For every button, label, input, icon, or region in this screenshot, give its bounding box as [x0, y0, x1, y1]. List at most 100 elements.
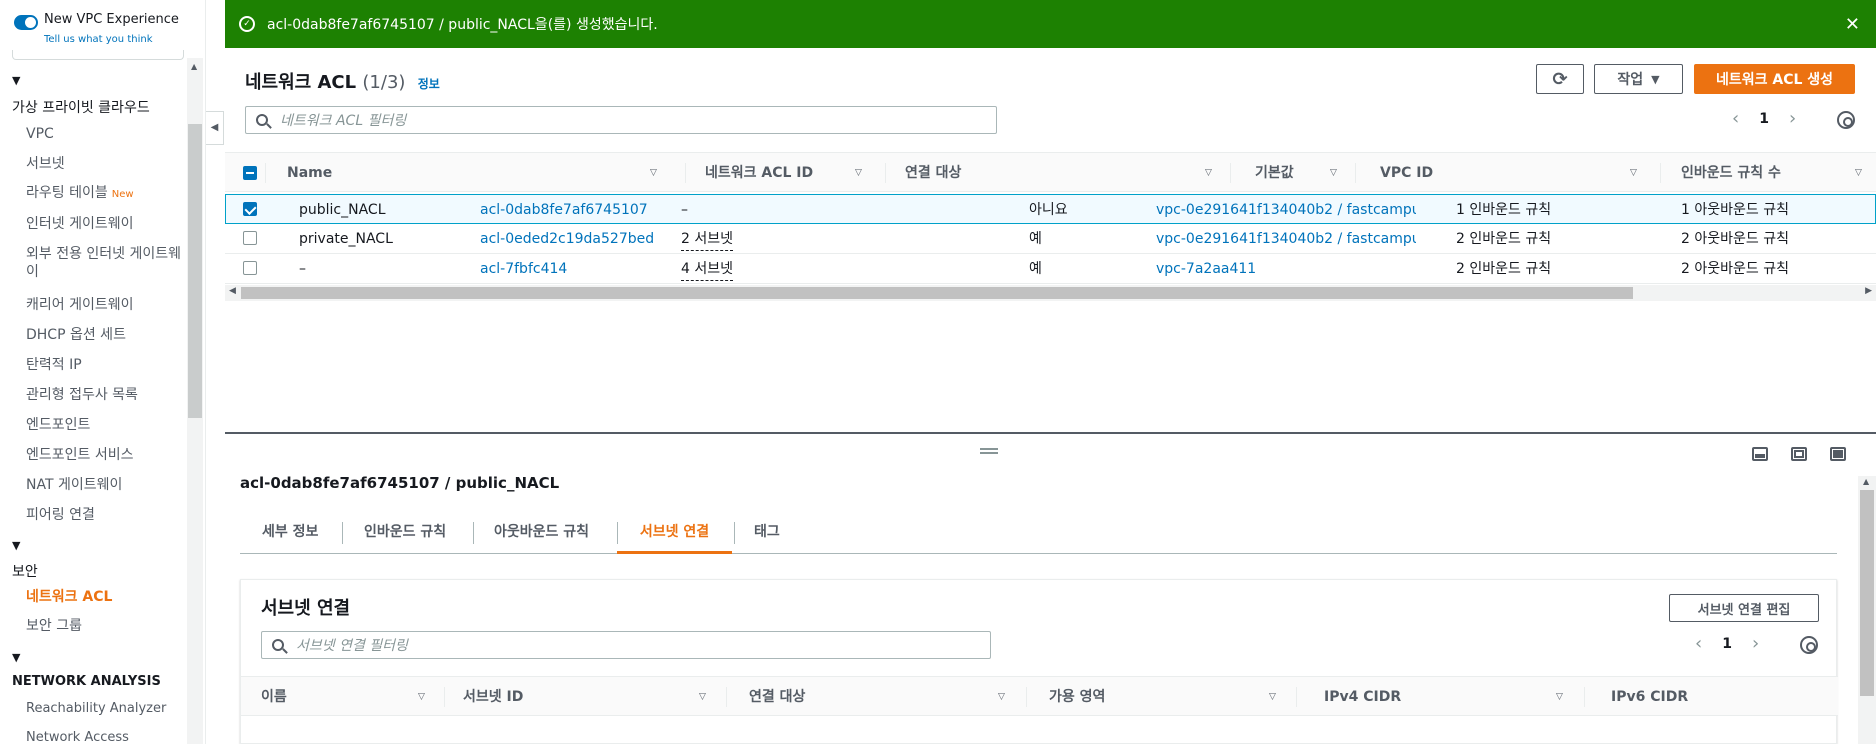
edit-subnet-associations-button[interactable]: 서브넷 연결 편집 — [1669, 594, 1819, 622]
sort-icon[interactable]: ▽ — [1855, 153, 1862, 193]
prev-page-icon[interactable]: ‹ — [1732, 108, 1739, 129]
column-header-vpc-id[interactable]: VPC ID — [1380, 153, 1433, 193]
table-row[interactable]: private_NACL acl-0eded2c19da527bed 2 서브넷… — [225, 224, 1876, 254]
table-row[interactable]: public_NACL acl-0dab8fe7af6745107 – 아니요 … — [225, 194, 1876, 224]
tab-details[interactable]: 세부 정보 — [262, 510, 318, 554]
column-header-acl-id[interactable]: 네트워크 ACL ID — [705, 153, 813, 193]
scroll-right-icon[interactable]: ▶ — [1865, 286, 1872, 296]
caret-down-icon[interactable]: ▼ — [12, 539, 20, 552]
settings-gear-icon[interactable] — [1800, 636, 1818, 654]
horizontal-scrollbar[interactable]: ◀ ▶ — [225, 285, 1876, 301]
sidebar-item-prefix-lists[interactable]: 관리형 접두사 목록 — [26, 386, 186, 404]
sort-icon[interactable]: ▽ — [1630, 153, 1637, 193]
settings-gear-icon[interactable] — [1837, 111, 1855, 129]
next-page-icon[interactable]: › — [1789, 108, 1796, 129]
column-header-inbound[interactable]: 인바운드 규칙 수 — [1681, 153, 1781, 193]
sidebar-item-subnets[interactable]: 서브넷 — [26, 155, 186, 173]
outbound-rules: 2 아웃바운드 규칙 — [1681, 231, 1789, 247]
new-vpc-experience-toggle[interactable]: New VPC Experience Tell us what you thin… — [14, 12, 179, 45]
column-header-subnet-id[interactable]: 서브넷 ID — [463, 677, 523, 717]
scroll-up-icon[interactable]: ▲ — [191, 62, 197, 71]
association-link[interactable]: 4 서브넷 — [681, 257, 733, 281]
toggle-switch[interactable] — [14, 15, 38, 30]
column-header-ipv6[interactable]: IPv6 CIDR — [1611, 677, 1688, 717]
sidebar-item-reachability-analyzer[interactable]: Reachability Analyzer — [26, 700, 186, 718]
tab-subnet-associations[interactable]: 서브넷 연결 — [617, 510, 732, 554]
close-icon[interactable]: ✕ — [1845, 14, 1860, 35]
column-header-default[interactable]: 기본값 — [1255, 153, 1294, 193]
sidebar-item-nat-gateways[interactable]: NAT 게이트웨이 — [26, 476, 186, 494]
sort-icon[interactable]: ▽ — [1205, 153, 1212, 193]
sidebar-item-elastic-ips[interactable]: 탄력적 IP — [26, 356, 186, 374]
detail-scrollbar[interactable]: ▲ — [1858, 476, 1876, 744]
refresh-icon: ⟳ — [1552, 68, 1568, 90]
vpc-id-link[interactable]: vpc-0e291641f134040b2 / fastcampu... — [1156, 195, 1416, 225]
sort-icon[interactable]: ▽ — [1330, 153, 1337, 193]
column-header-ipv4[interactable]: IPv4 CIDR — [1324, 677, 1401, 717]
column-header-az[interactable]: 가용 영역 — [1049, 677, 1105, 717]
row-checkbox[interactable] — [243, 261, 257, 275]
sidebar-item-peering[interactable]: 피어링 연결 — [26, 506, 186, 524]
refresh-button[interactable]: ⟳ — [1536, 64, 1584, 94]
page-number[interactable]: 1 — [1759, 111, 1769, 127]
tab-outbound-rules[interactable]: 아웃바운드 규칙 — [494, 510, 589, 554]
sort-icon[interactable]: ▽ — [1556, 677, 1563, 717]
column-header-association[interactable]: 연결 대상 — [905, 153, 961, 193]
column-header-association[interactable]: 연결 대상 — [749, 677, 805, 717]
tab-tags[interactable]: 태그 — [754, 510, 780, 554]
sidebar-item-route-tables[interactable]: 라우팅 테이블 New — [26, 184, 186, 204]
create-network-acl-button[interactable]: 네트워크 ACL 생성 — [1694, 64, 1855, 94]
feedback-link[interactable]: Tell us what you think — [44, 34, 153, 45]
column-header-name[interactable]: Name — [287, 153, 332, 193]
next-page-icon[interactable]: › — [1752, 633, 1759, 654]
sidebar-item-egress-only-gateways[interactable]: 외부 전용 인터넷 게이트웨이 — [26, 245, 186, 281]
detail-title: acl-0dab8fe7af6745107 / public_NACL — [240, 474, 560, 492]
info-link[interactable]: 정보 — [418, 77, 440, 91]
sort-icon[interactable]: ▽ — [418, 677, 425, 717]
subnet-filter-input[interactable]: 서브넷 연결 필터링 — [261, 631, 991, 659]
prev-page-icon[interactable]: ‹ — [1695, 633, 1702, 654]
scrollbar-thumb[interactable] — [188, 124, 202, 418]
sidebar-item-network-access-analyzer[interactable]: Network Access Analyzer — [26, 729, 186, 744]
sidebar-item-endpoint-services[interactable]: 엔드포인트 서비스 — [26, 446, 186, 464]
column-header-name[interactable]: 이름 — [261, 677, 287, 717]
scroll-left-icon[interactable]: ◀ — [229, 286, 236, 296]
page-title: 네트워크 ACL (1/3) 정보 — [245, 68, 440, 94]
sidebar-item-dhcp-options[interactable]: DHCP 옵션 세트 — [26, 326, 186, 344]
sort-icon[interactable]: ▽ — [699, 677, 706, 717]
column-divider — [685, 163, 686, 183]
sidebar-scrollbar[interactable]: ▲ — [187, 58, 203, 744]
page-number[interactable]: 1 — [1722, 636, 1732, 652]
caret-down-icon[interactable]: ▼ — [12, 74, 20, 87]
row-checkbox[interactable] — [243, 231, 257, 245]
association-link[interactable]: 2 서브넷 — [681, 227, 733, 251]
tab-divider — [473, 522, 474, 544]
table-row[interactable]: – acl-7fbfc414 4 서브넷 예 vpc-7a2aa411 2 인바… — [225, 254, 1876, 284]
acl-filter-input[interactable]: 네트워크 ACL 필터링 — [245, 106, 997, 134]
sort-icon[interactable]: ▽ — [1269, 677, 1276, 717]
vpc-id-link[interactable]: vpc-7a2aa411 — [1156, 254, 1416, 284]
sidebar-item-security-groups[interactable]: 보안 그룹 — [26, 617, 186, 635]
vpc-id-link[interactable]: vpc-0e291641f134040b2 / fastcampu... — [1156, 224, 1416, 254]
acl-id-link[interactable]: acl-0dab8fe7af6745107 — [480, 195, 648, 225]
sidebar-item-internet-gateways[interactable]: 인터넷 게이트웨이 — [26, 215, 186, 233]
sort-icon[interactable]: ▽ — [998, 677, 1005, 717]
acl-id-link[interactable]: acl-0eded2c19da527bed — [480, 224, 654, 254]
scrollbar-thumb[interactable] — [1860, 490, 1874, 696]
sidebar-item-endpoints[interactable]: 엔드포인트 — [26, 416, 186, 434]
collapse-sidebar-button[interactable]: ◀ — [206, 111, 224, 145]
sidebar-item-carrier-gateways[interactable]: 캐리어 게이트웨이 — [26, 296, 186, 314]
sidebar-item-vpc[interactable]: VPC — [26, 125, 186, 143]
tab-inbound-rules[interactable]: 인바운드 규칙 — [364, 510, 446, 554]
sort-icon[interactable]: ▽ — [650, 153, 657, 193]
caret-down-icon[interactable]: ▼ — [12, 651, 20, 664]
scroll-up-icon[interactable]: ▲ — [1863, 477, 1869, 486]
sort-icon[interactable]: ▽ — [855, 153, 862, 193]
row-checkbox[interactable] — [243, 202, 257, 216]
acl-id-link[interactable]: acl-7fbfc414 — [480, 254, 567, 284]
sidebar-item-network-acl[interactable]: 네트워크 ACL — [26, 588, 186, 606]
select-all-checkbox[interactable] — [243, 166, 257, 180]
actions-dropdown[interactable]: 작업 ▼ — [1594, 64, 1683, 94]
column-divider — [1660, 163, 1661, 183]
scrollbar-thumb[interactable] — [241, 287, 1633, 299]
